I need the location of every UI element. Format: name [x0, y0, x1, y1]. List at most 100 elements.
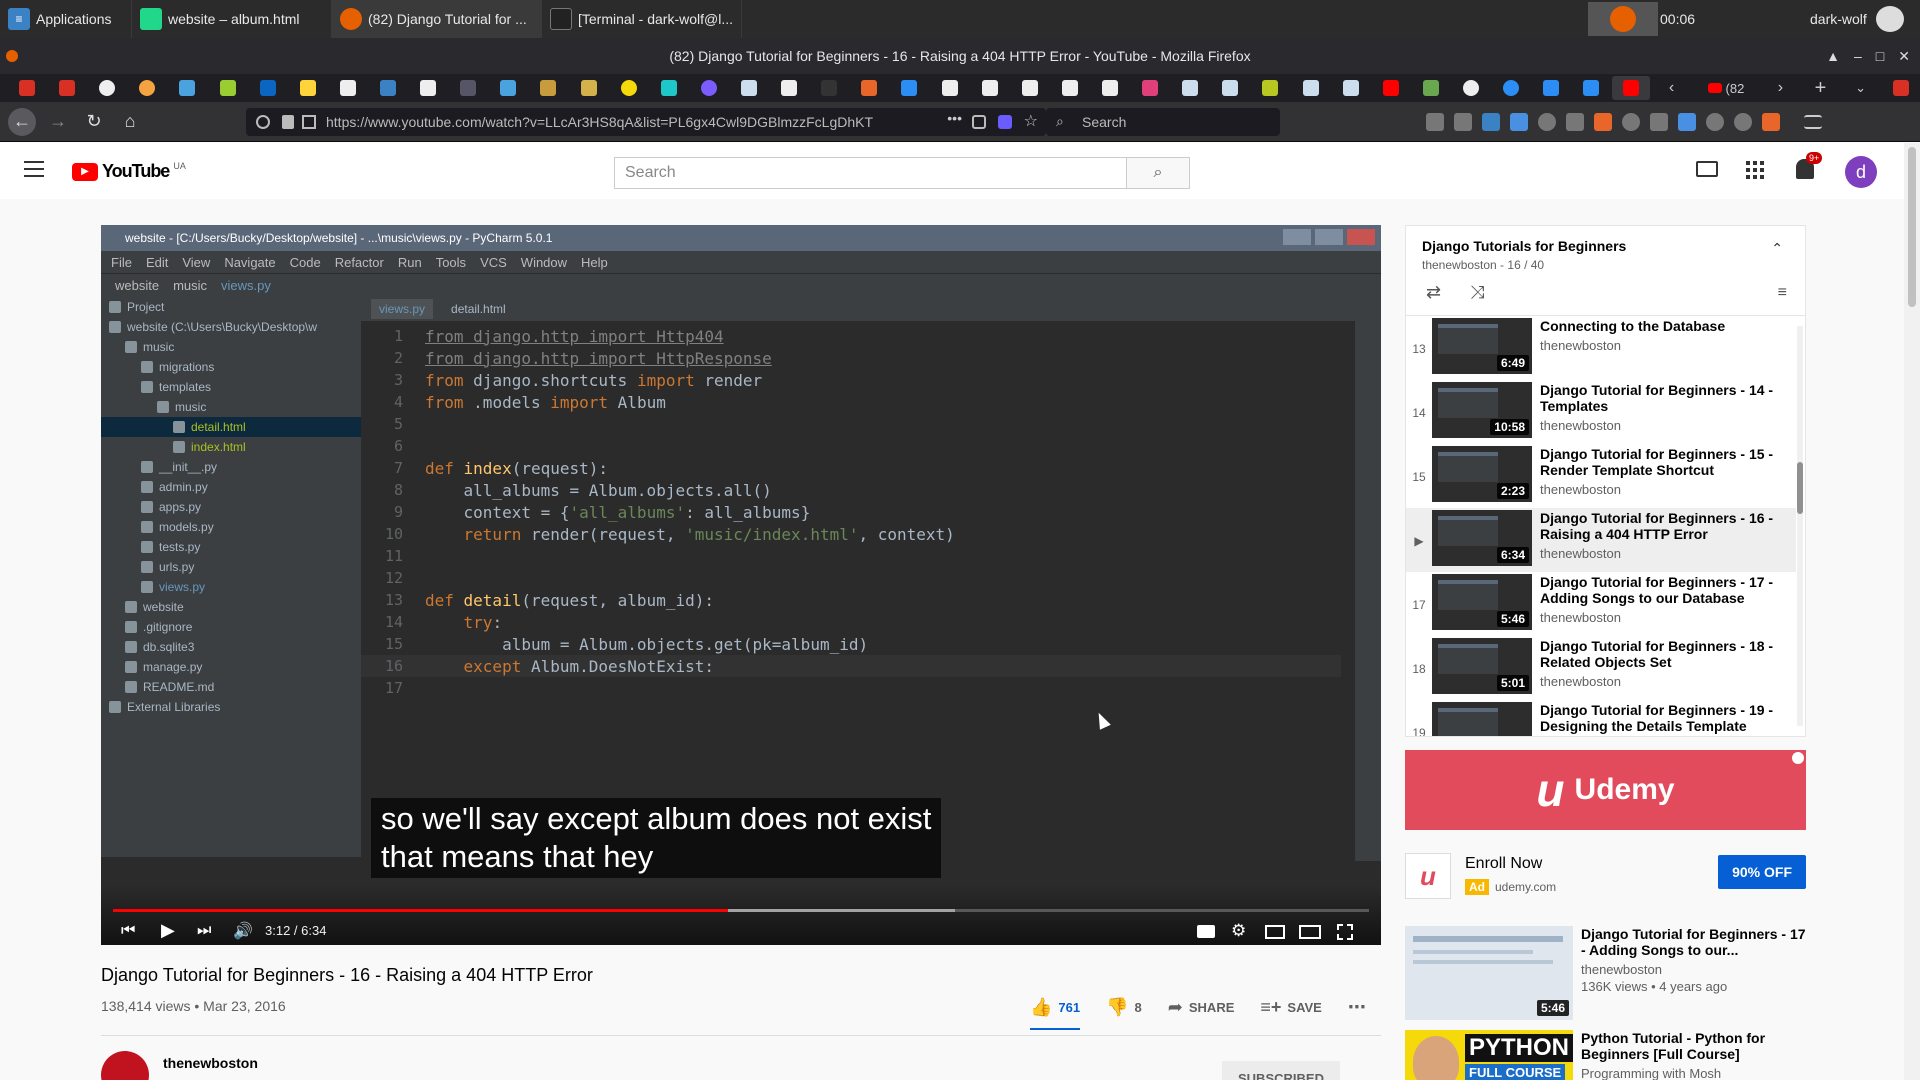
recommended-video[interactable]: 5:46 Django Tutorial for Beginners - 17 … [1405, 926, 1806, 1022]
like-button[interactable]: 👍 761 [1030, 997, 1081, 1030]
tab-python[interactable] [289, 76, 327, 100]
window-up-icon[interactable]: ▲ [1826, 48, 1840, 64]
playlist-item-title[interactable]: Django Tutorial for Beginners - 18 - Rel… [1540, 638, 1782, 670]
play-icon[interactable]: ▶ [161, 920, 175, 941]
ad-cta-button[interactable]: 90% OFF [1718, 855, 1806, 889]
firefox-tray-icon[interactable] [1588, 2, 1658, 36]
tab-pinned-17[interactable] [650, 76, 688, 100]
page-scrollbar[interactable] [1904, 143, 1920, 1080]
playlist-item-thumbnail[interactable]: 6:34 [1432, 510, 1532, 566]
save-button[interactable]: ≡+ SAVE [1260, 997, 1321, 1018]
site-info-icon[interactable] [256, 115, 270, 129]
page-actions-icon[interactable]: ••• [947, 110, 962, 126]
channel-avatar[interactable] [101, 1051, 149, 1080]
video-player[interactable]: website - [C:/Users/Bucky/Desktop/websit… [101, 225, 1381, 945]
tab-pinned-26[interactable] [1011, 76, 1049, 100]
playlist-item[interactable]: 15 2:23 Django Tutorial for Beginners - 15… [1406, 444, 1796, 508]
ad-info-icon[interactable] [1792, 752, 1804, 764]
ext-nl-icon[interactable] [1482, 113, 1500, 131]
playlist-item-thumbnail[interactable]: 10:58 [1432, 382, 1532, 438]
fullscreen-icon[interactable] [1337, 924, 1353, 940]
subscribed-button[interactable]: SUBSCRIBED [1222, 1061, 1340, 1080]
ext-2-icon[interactable] [1510, 113, 1528, 131]
home-button[interactable]: ⌂ [112, 106, 148, 138]
forward-button[interactable]: → [40, 106, 76, 138]
tab-pinned-4[interactable] [128, 76, 166, 100]
recommended-video[interactable]: PYTHON FULL COURSE Python Tutorial - Pyt… [1405, 1030, 1806, 1080]
tab-pinned-28[interactable] [1091, 76, 1129, 100]
avatar[interactable]: d [1845, 156, 1877, 188]
tab-pinned-16[interactable] [610, 76, 648, 100]
hamburger-menu-icon[interactable] [1804, 115, 1822, 129]
playlist-item[interactable]: 14 10:58 Django Tutorial for Beginners - 1… [1406, 380, 1796, 444]
tab-pinned-13[interactable] [489, 76, 527, 100]
tab-pinned-32[interactable] [1251, 76, 1289, 100]
tab-pinned-14[interactable] [529, 76, 567, 100]
maximize-icon[interactable]: □ [1876, 48, 1884, 64]
user-name[interactable]: dark-wolf [1810, 0, 1867, 38]
ext-5-icon[interactable] [1594, 113, 1612, 131]
library-icon[interactable] [1426, 113, 1444, 131]
miniplayer-icon[interactable] [1265, 925, 1285, 939]
captions-icon[interactable] [1197, 925, 1215, 938]
tab-pinned-5[interactable] [168, 76, 206, 100]
tab-pinned-39[interactable] [1532, 76, 1570, 100]
tab-pinned-24[interactable] [931, 76, 969, 100]
tab-pinned-21[interactable] [810, 76, 848, 100]
dislike-button[interactable]: 👎 8 [1106, 997, 1142, 1018]
recommended-thumbnail[interactable]: 5:46 [1405, 926, 1573, 1020]
tab-pinned-last[interactable] [1882, 76, 1920, 100]
loop-icon[interactable]: ⇄ [1426, 282, 1441, 303]
playlist-item-title[interactable]: Django Tutorial for Beginners - 16 - Rai… [1540, 510, 1782, 542]
recommended-title[interactable]: Django Tutorial for Beginners - 17 - Add… [1581, 926, 1806, 958]
playlist-title[interactable]: Django Tutorials for Beginners [1422, 238, 1626, 254]
create-video-icon[interactable] [1696, 161, 1718, 177]
playlist-item[interactable]: 19 Django Tutorial for Beginners - 19 - D… [1406, 700, 1796, 736]
youtube-search-input[interactable]: Search [614, 157, 1126, 189]
tab-gmail-1[interactable] [8, 76, 46, 100]
tab-pinned-6[interactable] [209, 76, 247, 100]
channel-name[interactable]: thenewboston [163, 1055, 258, 1071]
playlist-item[interactable]: 18 5:01 Django Tutorial for Beginners - 18… [1406, 636, 1796, 700]
video-progress-bar[interactable] [113, 909, 1369, 912]
close-icon[interactable]: ✕ [1898, 48, 1910, 65]
tab-pinned-9[interactable] [329, 76, 367, 100]
ext-8-icon[interactable] [1678, 113, 1696, 131]
ext-10-icon[interactable] [1734, 113, 1752, 131]
tab-pinned-29[interactable] [1131, 76, 1169, 100]
tab-linkedin[interactable] [249, 76, 287, 100]
playlist-item[interactable]: 13 6:49 Connecting to the Database thenewbo… [1406, 316, 1796, 380]
tab-list-icon[interactable]: ⌄ [1842, 76, 1880, 100]
tab-youtube-82[interactable]: (82 [1693, 76, 1760, 100]
playlist-item-title[interactable]: Django Tutorial for Beginners - 15 - Ren… [1540, 446, 1782, 478]
page-scroll-thumb[interactable] [1908, 147, 1916, 307]
tab-pinned-10[interactable] [369, 76, 407, 100]
url-bar[interactable]: https://www.youtube.com/watch?v=LLcAr3HS… [246, 108, 1046, 136]
tab-scroll-left-icon[interactable]: ‹ [1652, 76, 1690, 100]
tab-scroll-right-icon[interactable]: › [1761, 76, 1799, 100]
playlist-item-title[interactable]: Connecting to the Database [1540, 318, 1782, 334]
tab-pinned-27[interactable] [1051, 76, 1089, 100]
reload-button[interactable]: ↻ [76, 106, 112, 138]
playlist-item-thumbnail[interactable]: 5:01 [1432, 638, 1532, 694]
recommended-thumbnail[interactable]: PYTHON FULL COURSE [1405, 1030, 1573, 1080]
taskbar-item-firefox[interactable]: (82) Django Tutorial for ... [332, 0, 542, 38]
share-button[interactable]: ➦ SHARE [1168, 997, 1235, 1018]
youtube-logo[interactable]: ▶ YouTube UA [72, 161, 186, 182]
previous-icon[interactable]: ⏮ [121, 922, 135, 940]
tab-pinned-19[interactable] [730, 76, 768, 100]
tab-pinned-18[interactable] [690, 76, 728, 100]
pocket-icon[interactable] [972, 115, 986, 129]
tab-github[interactable] [88, 76, 126, 100]
recommended-channel[interactable]: Programming with Mosh [1581, 1066, 1806, 1080]
ext-3-icon[interactable] [1538, 113, 1556, 131]
ext-11-icon[interactable] [1762, 113, 1780, 131]
taskbar-item-pycharm[interactable]: website – album.html [132, 0, 332, 38]
apps-grid-icon[interactable] [1746, 161, 1764, 179]
tab-pinned-22[interactable] [850, 76, 888, 100]
applications-menu[interactable]: ≡ Applications [0, 0, 132, 38]
playlist-item-thumbnail[interactable]: 2:23 [1432, 446, 1532, 502]
browser-search-bar[interactable]: ⌕ Search [1046, 108, 1280, 136]
tab-pinned-12[interactable] [449, 76, 487, 100]
recommended-title[interactable]: Python Tutorial - Python for Beginners [… [1581, 1030, 1806, 1062]
